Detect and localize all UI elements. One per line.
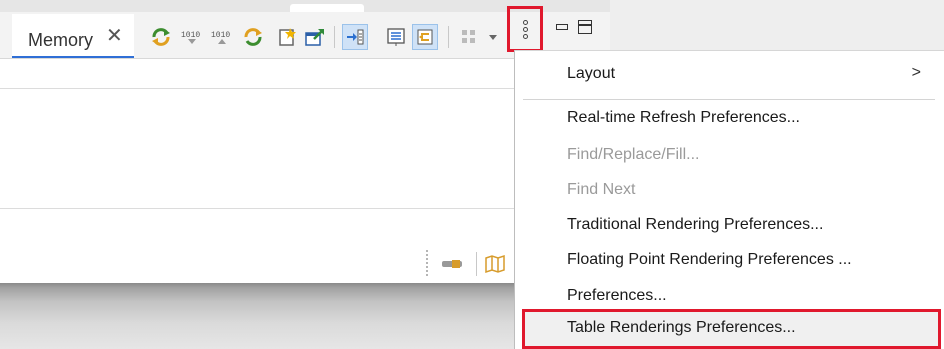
menu-item-label: Layout — [567, 65, 616, 82]
menu-item-find-replace: Find/Replace/Fill... — [567, 146, 700, 163]
menu-item-traditional-rendering[interactable]: Traditional Rendering Preferences... — [567, 216, 823, 234]
binary-format-icon[interactable]: 1010 — [180, 28, 204, 46]
layout-icon[interactable] — [458, 28, 480, 46]
switch-icon[interactable] — [412, 24, 438, 50]
export-icon[interactable] — [304, 28, 326, 46]
menu-separator — [523, 99, 935, 100]
dropdown-arrow-icon[interactable] — [486, 28, 500, 46]
toolbar-separator — [334, 26, 335, 48]
svg-text:1010: 1010 — [181, 31, 200, 40]
table-view-icon[interactable] — [386, 28, 408, 46]
view-menu: Layout > Real-time Refresh Preferences..… — [514, 50, 944, 349]
view-menu-button[interactable] — [507, 6, 543, 52]
pane-divider — [0, 208, 514, 209]
empty-region — [0, 283, 514, 349]
menu-item-floating-point-rendering[interactable]: Floating Point Rendering Preferences ... — [567, 251, 852, 269]
toolbar-grip — [426, 250, 430, 276]
chevron-right-icon: > — [911, 64, 921, 81]
menu-item-layout[interactable]: Layout > — [567, 64, 929, 83]
menu-item-real-time-refresh[interactable]: Real-time Refresh Preferences... — [567, 109, 800, 127]
tab-title: Memory — [28, 30, 94, 50]
toolbar-separator — [448, 26, 449, 48]
link-scroll-icon[interactable] — [342, 24, 368, 50]
menu-item-find-next: Find Next — [567, 181, 636, 198]
new-rendering-icon[interactable] — [150, 28, 172, 46]
minimize-icon[interactable] — [556, 24, 568, 30]
svg-text:1010: 1010 — [211, 31, 230, 40]
new-page-icon[interactable] — [276, 28, 298, 46]
map-icon[interactable] — [484, 254, 506, 279]
refresh-icon[interactable] — [242, 28, 264, 46]
pin-icon[interactable] — [440, 254, 466, 279]
menu-item-table-renderings[interactable]: Table Renderings Preferences... — [567, 319, 796, 337]
pane-divider — [0, 88, 514, 89]
close-icon[interactable]: ✕ — [106, 26, 123, 46]
toolbar-separator — [476, 252, 477, 276]
maximize-icon[interactable] — [578, 20, 592, 34]
tab-memory[interactable]: Memory ✕ — [12, 14, 134, 58]
kebab-menu-icon — [522, 19, 528, 39]
top-notch — [290, 4, 364, 12]
menu-item-preferences[interactable]: Preferences... — [567, 287, 667, 305]
binary-format-2-icon[interactable]: 1010 — [210, 28, 234, 46]
